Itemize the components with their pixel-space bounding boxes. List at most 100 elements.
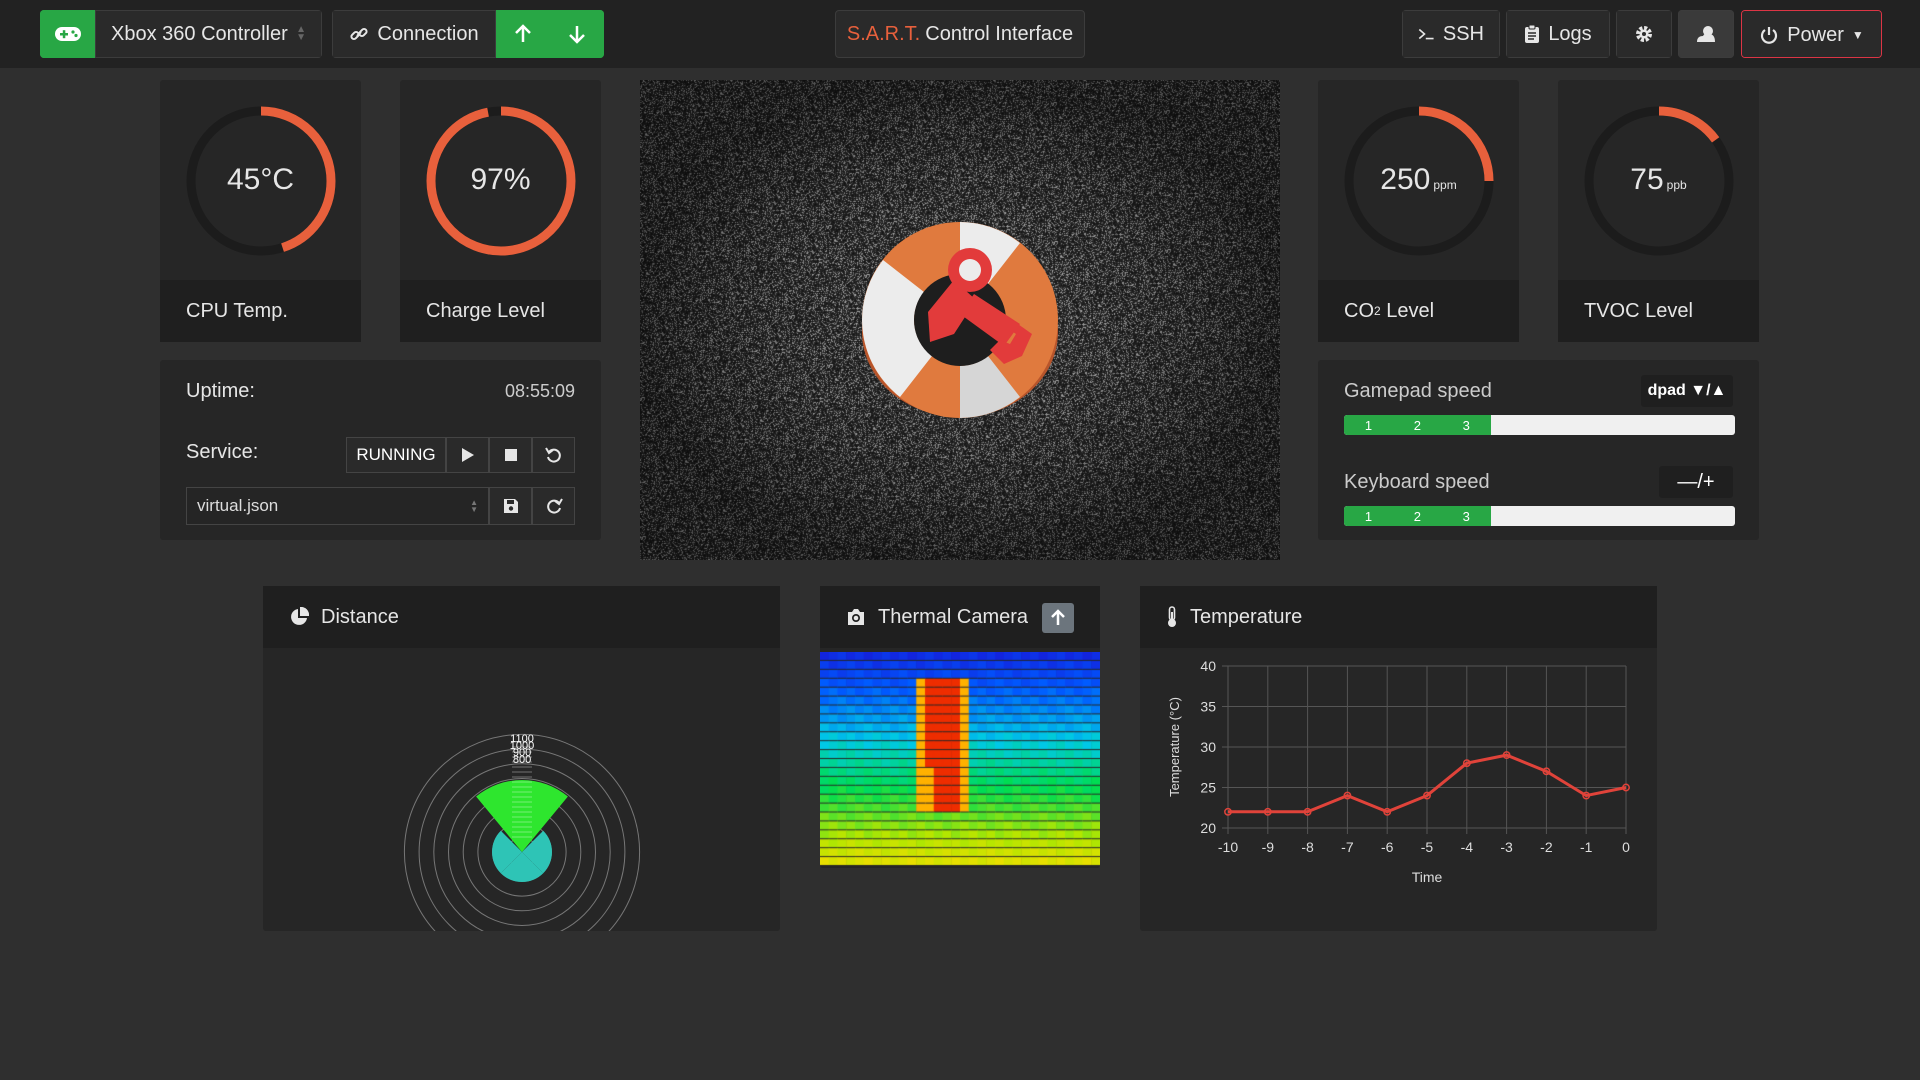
config-file-value: virtual.json <box>197 496 279 515</box>
distance-panel-header: Distance <box>263 586 780 648</box>
arrow-down-button[interactable] <box>550 10 604 58</box>
app-title-accent: S.A.R.T. <box>846 22 921 45</box>
arrow-up-button[interactable] <box>496 10 550 58</box>
keyboard-speed-control[interactable]: —/+ <box>1659 466 1733 498</box>
gamepad-speed-bar[interactable]: 1 2 3 <box>1344 415 1735 435</box>
camera-icon <box>848 609 864 625</box>
power-label: Power <box>1787 23 1844 46</box>
tvoc-level-card: 75 ppb TVOC Level <box>1558 80 1759 342</box>
service-stop-button[interactable] <box>489 437 532 473</box>
controller-select[interactable]: Xbox 360 Controller ▲ ▼ <box>95 10 322 58</box>
x-tick-label: -4 <box>1461 839 1474 855</box>
speed-segment: 1 <box>1364 417 1373 433</box>
caret-down-icon: ▼ <box>1851 28 1864 42</box>
speed-segment: 3 <box>1462 417 1470 433</box>
service-start-button[interactable] <box>446 437 489 473</box>
temperature-panel: Temperature -10 -9 -8 -7 -6 -5 -4 -3 -2 -1 0 20 25 30… <box>1140 586 1657 931</box>
speed-segment: 2 <box>1413 508 1421 524</box>
connection-group: Connection <box>332 10 604 58</box>
power-icon <box>1761 27 1778 44</box>
uptime-value: 08:55:09 <box>505 381 576 401</box>
theme-group <box>1678 10 1734 58</box>
power-group: Power ▼ <box>1741 10 1882 58</box>
stop-icon <box>504 449 517 461</box>
x-tick-label: -1 <box>1580 839 1593 855</box>
theme-toggle-button[interactable] <box>1678 10 1734 58</box>
temperature-title: Temperature <box>1190 605 1303 628</box>
arrow-down-icon <box>569 26 585 44</box>
connection-label: Connection <box>377 22 479 45</box>
save-icon <box>503 499 518 513</box>
gamepad-icon[interactable] <box>40 10 95 58</box>
terminal-icon <box>1418 28 1434 40</box>
clipboard-icon <box>1525 24 1540 43</box>
config-file-select[interactable]: virtual.json ▲ ▼ <box>186 487 489 525</box>
ssh-button[interactable]: SSH <box>1402 10 1500 58</box>
logs-label: Logs <box>1548 22 1592 45</box>
temperature-panel-header: Temperature <box>1140 586 1657 648</box>
ssh-group: SSH <box>1402 10 1500 58</box>
co2-level-card: 250 ppm CO 2 Level <box>1318 80 1519 342</box>
tvoc-level-value: 75 ppb <box>1630 163 1687 196</box>
keyboard-speed-label: Keyboard speed <box>1344 471 1490 493</box>
co2-level-label: CO 2 Level <box>1318 280 1519 342</box>
x-tick-label: -7 <box>1341 839 1354 855</box>
settings-group <box>1616 10 1672 58</box>
app-title-text: Control Interface <box>925 22 1074 45</box>
speed-segment: 1 <box>1364 508 1373 524</box>
thermal-panel: Thermal Camera <box>820 586 1100 868</box>
y-tick-label: 40 <box>1200 658 1216 674</box>
y-axis-label: Temperature (°C) <box>1167 697 1182 797</box>
service-restart-button[interactable] <box>532 437 575 473</box>
y-tick-label: 25 <box>1200 780 1216 796</box>
gamepad-speed-control[interactable]: dpad ▼/▲ <box>1641 375 1733 407</box>
app-title: S.A.R.T. Control Interface <box>835 10 1085 58</box>
x-tick-label: -5 <box>1421 839 1434 855</box>
power-button[interactable]: Power ▼ <box>1742 11 1881 57</box>
link-icon <box>349 24 369 44</box>
co2-level-value: 250 ppm <box>1380 163 1457 196</box>
gamepad-speed-fill: 1 2 3 <box>1344 415 1491 435</box>
keyboard-speed-fill: 1 2 3 <box>1344 506 1491 526</box>
arrow-up-icon <box>515 24 531 42</box>
keyboard-speed-bar[interactable]: 1 2 3 <box>1344 506 1735 526</box>
thermal-upload-button[interactable] <box>1042 603 1074 633</box>
cpu-temp-label: CPU Temp. <box>160 280 361 342</box>
weather-icon <box>1697 26 1715 42</box>
x-tick-label: 0 <box>1622 839 1630 855</box>
connection-button[interactable]: Connection <box>332 10 496 58</box>
cpu-temp-card: 45°C CPU Temp. <box>160 80 361 342</box>
play-icon <box>461 448 474 462</box>
x-tick-label: -2 <box>1540 839 1553 855</box>
y-tick-label: 35 <box>1200 699 1216 715</box>
controller-group: Xbox 360 Controller ▲ ▼ <box>40 10 322 58</box>
select-arrows-icon: ▲ ▼ <box>470 498 478 514</box>
distance-title: Distance <box>321 605 399 628</box>
y-tick-label: 20 <box>1200 820 1216 836</box>
charge-level-card: 97% Charge Level <box>400 80 601 342</box>
x-tick-label: -9 <box>1262 839 1275 855</box>
settings-button[interactable] <box>1616 10 1672 58</box>
x-axis-label: Time <box>1412 869 1443 885</box>
gear-icon <box>1636 26 1652 42</box>
select-arrows-icon: ▲ ▼ <box>296 24 306 43</box>
logs-button[interactable]: Logs <box>1506 10 1610 58</box>
speed-segment: 3 <box>1462 508 1470 524</box>
undo-icon <box>544 447 561 463</box>
distance-panel: Distance 1100 1000 900 800 <box>263 586 780 931</box>
charge-level-label: Charge Level <box>400 280 601 342</box>
service-status-badge: RUNNING <box>346 437 446 473</box>
gamepad-speed-label: Gamepad speed <box>1344 380 1492 402</box>
arrow-up-icon <box>1051 609 1065 625</box>
reload-config-button[interactable] <box>532 487 575 525</box>
controller-label: Xbox 360 Controller <box>111 22 288 45</box>
camera-feed <box>640 80 1280 560</box>
save-config-button[interactable] <box>489 487 532 525</box>
radar-ring-label: 800 <box>513 754 531 766</box>
redo-icon <box>546 498 563 514</box>
x-tick-label: -10 <box>1218 839 1238 855</box>
thermometer-icon <box>1168 606 1176 627</box>
pie-chart-icon <box>291 607 309 625</box>
top-bar: Xbox 360 Controller ▲ ▼ Connection S.A.R.… <box>0 0 1920 68</box>
thermal-image <box>820 652 1100 866</box>
